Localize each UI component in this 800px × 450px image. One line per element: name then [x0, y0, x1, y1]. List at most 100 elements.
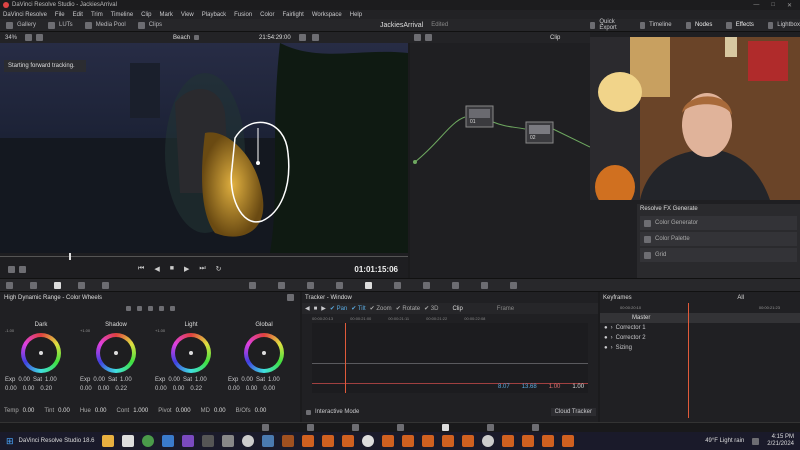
node-label-02[interactable]: 02: [530, 135, 536, 141]
effects-button[interactable]: Effects: [736, 22, 754, 28]
file-explorer-icon[interactable]: [102, 435, 115, 447]
app-icon[interactable]: [442, 435, 455, 447]
color-wheel[interactable]: [244, 333, 284, 373]
tilt-checkbox[interactable]: ✔ Tilt: [351, 305, 365, 312]
zone-dot-icon[interactable]: [169, 305, 175, 311]
wheel-handle[interactable]: [189, 351, 193, 355]
cut-page-icon[interactable]: [306, 424, 314, 431]
app-icon[interactable]: [522, 435, 535, 447]
color-page-icon[interactable]: [441, 424, 449, 431]
menu-item[interactable]: Fusion: [234, 12, 252, 18]
reset-icon[interactable]: [287, 294, 294, 301]
fx-item-grid[interactable]: Grid: [640, 248, 797, 262]
chevron-down-icon[interactable]: [194, 35, 200, 40]
app-icon[interactable]: [542, 435, 555, 447]
sat-value[interactable]: 1.00: [195, 377, 207, 383]
param-value[interactable]: 0.00: [58, 408, 70, 414]
3d-checkbox[interactable]: ✔ 3D: [424, 305, 438, 312]
fx-item-color-generator[interactable]: Color Generator: [640, 216, 797, 230]
menu-item[interactable]: View: [181, 12, 194, 18]
color-wheel[interactable]: [171, 333, 211, 373]
menu-item[interactable]: Color: [260, 12, 274, 18]
system-tray-icon[interactable]: [752, 437, 760, 445]
rgb-value[interactable]: 0.22: [190, 386, 202, 392]
stop-icon[interactable]: ■: [170, 265, 174, 273]
rgb-value[interactable]: 0.00: [98, 386, 110, 392]
camera-raw-icon[interactable]: [6, 281, 13, 289]
loop-icon[interactable]: ↻: [216, 265, 222, 273]
param-value[interactable]: 0.00: [255, 408, 267, 414]
viewer-options-icon[interactable]: [8, 265, 15, 273]
rgb-value[interactable]: 0.22: [115, 386, 127, 392]
menu-item[interactable]: Mark: [160, 12, 173, 18]
media-pool-button[interactable]: Media Pool: [96, 22, 126, 28]
app-icon[interactable]: [282, 435, 295, 447]
param-value[interactable]: 1.000: [133, 408, 148, 414]
param-value[interactable]: 0.00: [95, 408, 107, 414]
zone-dot-icon[interactable]: [147, 305, 153, 311]
exp-value[interactable]: 0.00: [18, 377, 30, 383]
sizing-icon[interactable]: [481, 281, 488, 289]
zone-dot-icon[interactable]: [158, 305, 164, 311]
davinci-resolve-icon[interactable]: [262, 435, 275, 447]
app-icon[interactable]: [562, 435, 575, 447]
param-value[interactable]: 0.00: [214, 408, 226, 414]
rgb-value[interactable]: 0.00: [23, 386, 35, 392]
chevron-right-icon[interactable]: ›: [611, 335, 613, 341]
app-icon[interactable]: [502, 435, 515, 447]
maximize-icon[interactable]: □: [771, 2, 775, 9]
sat-value[interactable]: 1.00: [45, 377, 57, 383]
wheel-handle[interactable]: [39, 351, 43, 355]
app-icon[interactable]: [242, 435, 255, 447]
app-icon[interactable]: [382, 435, 395, 447]
blur-icon[interactable]: [423, 281, 430, 289]
sat-value[interactable]: 1.00: [120, 377, 132, 383]
luts-button[interactable]: LUTs: [59, 22, 73, 28]
viewer[interactable]: Starting forward tracking.: [0, 43, 408, 253]
edit-page-icon[interactable]: [351, 424, 359, 431]
color-warper-icon[interactable]: [278, 281, 285, 289]
wheel-handle[interactable]: [114, 351, 118, 355]
wheel-handle[interactable]: [262, 351, 266, 355]
color-wheel[interactable]: [96, 333, 136, 373]
windows-start-icon[interactable]: ⊞: [6, 436, 14, 447]
zoom-checkbox[interactable]: ✔ Zoom: [370, 305, 392, 312]
param-value[interactable]: 0.00: [23, 408, 35, 414]
rgb-value[interactable]: 0.00: [155, 386, 167, 392]
kf-row[interactable]: ● › Sizing: [600, 343, 800, 353]
app-icon[interactable]: [302, 435, 315, 447]
tab-clip[interactable]: Clip: [452, 306, 462, 312]
lightbox-button[interactable]: Lightbox: [777, 22, 800, 28]
magic-mask-icon[interactable]: [394, 281, 401, 289]
curves-icon[interactable]: [249, 281, 256, 289]
deliver-page-icon[interactable]: [531, 424, 539, 431]
app-icon[interactable]: [362, 435, 375, 447]
tracker-mode-dropdown[interactable]: Cloud Tracker: [550, 408, 596, 416]
menu-item[interactable]: Fairlight: [282, 12, 303, 18]
tracker-icon[interactable]: [365, 281, 372, 289]
kf-row[interactable]: ● › Corrector 1: [600, 323, 800, 333]
play-icon[interactable]: ▶: [184, 265, 189, 273]
layout-icon[interactable]: [25, 34, 33, 41]
minimize-icon[interactable]: —: [753, 2, 759, 9]
kf-row[interactable]: ● › Corrector 2: [600, 333, 800, 343]
scrub-playhead[interactable]: [69, 253, 71, 260]
fx-item-color-palette[interactable]: Color Palette: [640, 232, 797, 246]
clips-button[interactable]: Clips: [149, 22, 162, 28]
rgb-value[interactable]: 0.00: [173, 386, 185, 392]
play-reverse-icon[interactable]: ◀: [154, 265, 159, 273]
weather-widget[interactable]: 49°F Light rain: [705, 438, 744, 444]
highlight-icon[interactable]: [298, 34, 306, 41]
window-icon[interactable]: [336, 281, 343, 289]
rotate-checkbox[interactable]: ✔ Rotate: [396, 305, 420, 312]
menu-item[interactable]: DaVinci Resolve: [3, 12, 47, 18]
rgb-value[interactable]: 0.00: [263, 386, 275, 392]
app-icon[interactable]: [402, 435, 415, 447]
app-icon[interactable]: [482, 435, 495, 447]
zone-dot-icon[interactable]: [125, 305, 131, 311]
speaker-icon[interactable]: [19, 265, 26, 273]
zoom-level[interactable]: 34%: [5, 35, 17, 41]
gallery-button[interactable]: Gallery: [17, 22, 36, 28]
exp-value[interactable]: 0.00: [241, 377, 253, 383]
3d-icon[interactable]: [510, 281, 517, 289]
